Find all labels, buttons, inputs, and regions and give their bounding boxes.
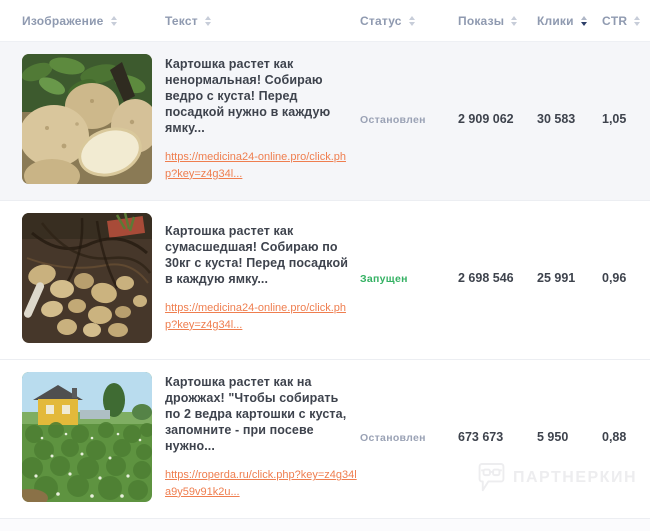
- impressions-value: 673 673: [458, 430, 537, 444]
- status-badge: Остановлен: [360, 432, 426, 444]
- ad-tracking-link[interactable]: https://medicina24-online.pro/click.php?…: [165, 300, 357, 333]
- ad-text-cell: Картошка растет как сумасшедшая! Собираю…: [165, 213, 357, 343]
- table-row[interactable]: Картошка растет как сумасшедшая! Собираю…: [0, 201, 650, 360]
- ctr-value: 1,05: [602, 112, 650, 126]
- column-header-image-label: Изображение: [22, 14, 104, 28]
- column-header-ctr-label: CTR: [602, 14, 627, 28]
- impressions-value: 2 698 546: [458, 271, 537, 285]
- column-header-impressions[interactable]: Показы: [458, 14, 537, 28]
- column-header-impressions-label: Показы: [458, 14, 504, 28]
- clicks-value: 5 950: [537, 430, 602, 444]
- column-header-status[interactable]: Статус: [360, 14, 458, 28]
- footer-strip: [0, 519, 650, 531]
- sort-icon[interactable]: [409, 16, 415, 26]
- column-header-clicks-label: Клики: [537, 14, 574, 28]
- ad-title: Картошка растет как на дрожжах! "Чтобы с…: [165, 374, 357, 455]
- clicks-value: 30 583: [537, 112, 602, 126]
- ad-image-cell: [22, 213, 152, 343]
- column-header-status-label: Статус: [360, 14, 402, 28]
- sort-icon[interactable]: [511, 16, 517, 26]
- ctr-value: 0,88: [602, 430, 650, 444]
- sort-icon[interactable]: [634, 16, 640, 26]
- ad-image-potatoes-with-leaves[interactable]: [22, 54, 152, 184]
- column-header-text[interactable]: Текст: [165, 14, 360, 28]
- ads-table: Изображение Текст Статус Показы Клики CT…: [0, 0, 650, 531]
- ad-image-dug-potatoes[interactable]: [22, 213, 152, 343]
- column-header-text-label: Текст: [165, 14, 198, 28]
- clicks-value: 25 991: [537, 271, 602, 285]
- column-header-ctr[interactable]: CTR: [602, 14, 650, 28]
- table-row[interactable]: Картошка растет как ненормальная! Собира…: [0, 42, 650, 201]
- table-row[interactable]: Картошка растет как на дрожжах! "Чтобы с…: [0, 360, 650, 519]
- table-header: Изображение Текст Статус Показы Клики CT…: [0, 0, 650, 42]
- status-cell: Остановлен: [360, 110, 458, 128]
- ad-title: Картошка растет как ненормальная! Собира…: [165, 56, 357, 137]
- ad-text-cell: Картошка растет как на дрожжах! "Чтобы с…: [165, 372, 357, 502]
- ctr-value: 0,96: [602, 271, 650, 285]
- sort-icon[interactable]: [205, 16, 211, 26]
- status-cell: Запущен: [360, 269, 458, 287]
- status-badge: Запущен: [360, 273, 408, 285]
- status-cell: Остановлен: [360, 428, 458, 446]
- status-badge: Остановлен: [360, 114, 426, 126]
- column-header-image[interactable]: Изображение: [22, 14, 165, 28]
- ad-image-cell: [22, 54, 152, 184]
- ad-title: Картошка растет как сумасшедшая! Собираю…: [165, 223, 357, 288]
- sort-icon[interactable]: [111, 16, 117, 26]
- ad-tracking-link[interactable]: https://medicina24-online.pro/click.php?…: [165, 149, 357, 182]
- column-header-clicks[interactable]: Клики: [537, 14, 602, 28]
- impressions-value: 2 909 062: [458, 112, 537, 126]
- sort-icon-active-desc[interactable]: [581, 16, 587, 26]
- ad-image-potato-field[interactable]: [22, 372, 152, 502]
- ad-image-cell: [22, 372, 152, 502]
- ad-text-cell: Картошка растет как ненормальная! Собира…: [165, 54, 357, 184]
- ad-tracking-link[interactable]: https://roperda.ru/click.php?key=z4g34la…: [165, 467, 357, 500]
